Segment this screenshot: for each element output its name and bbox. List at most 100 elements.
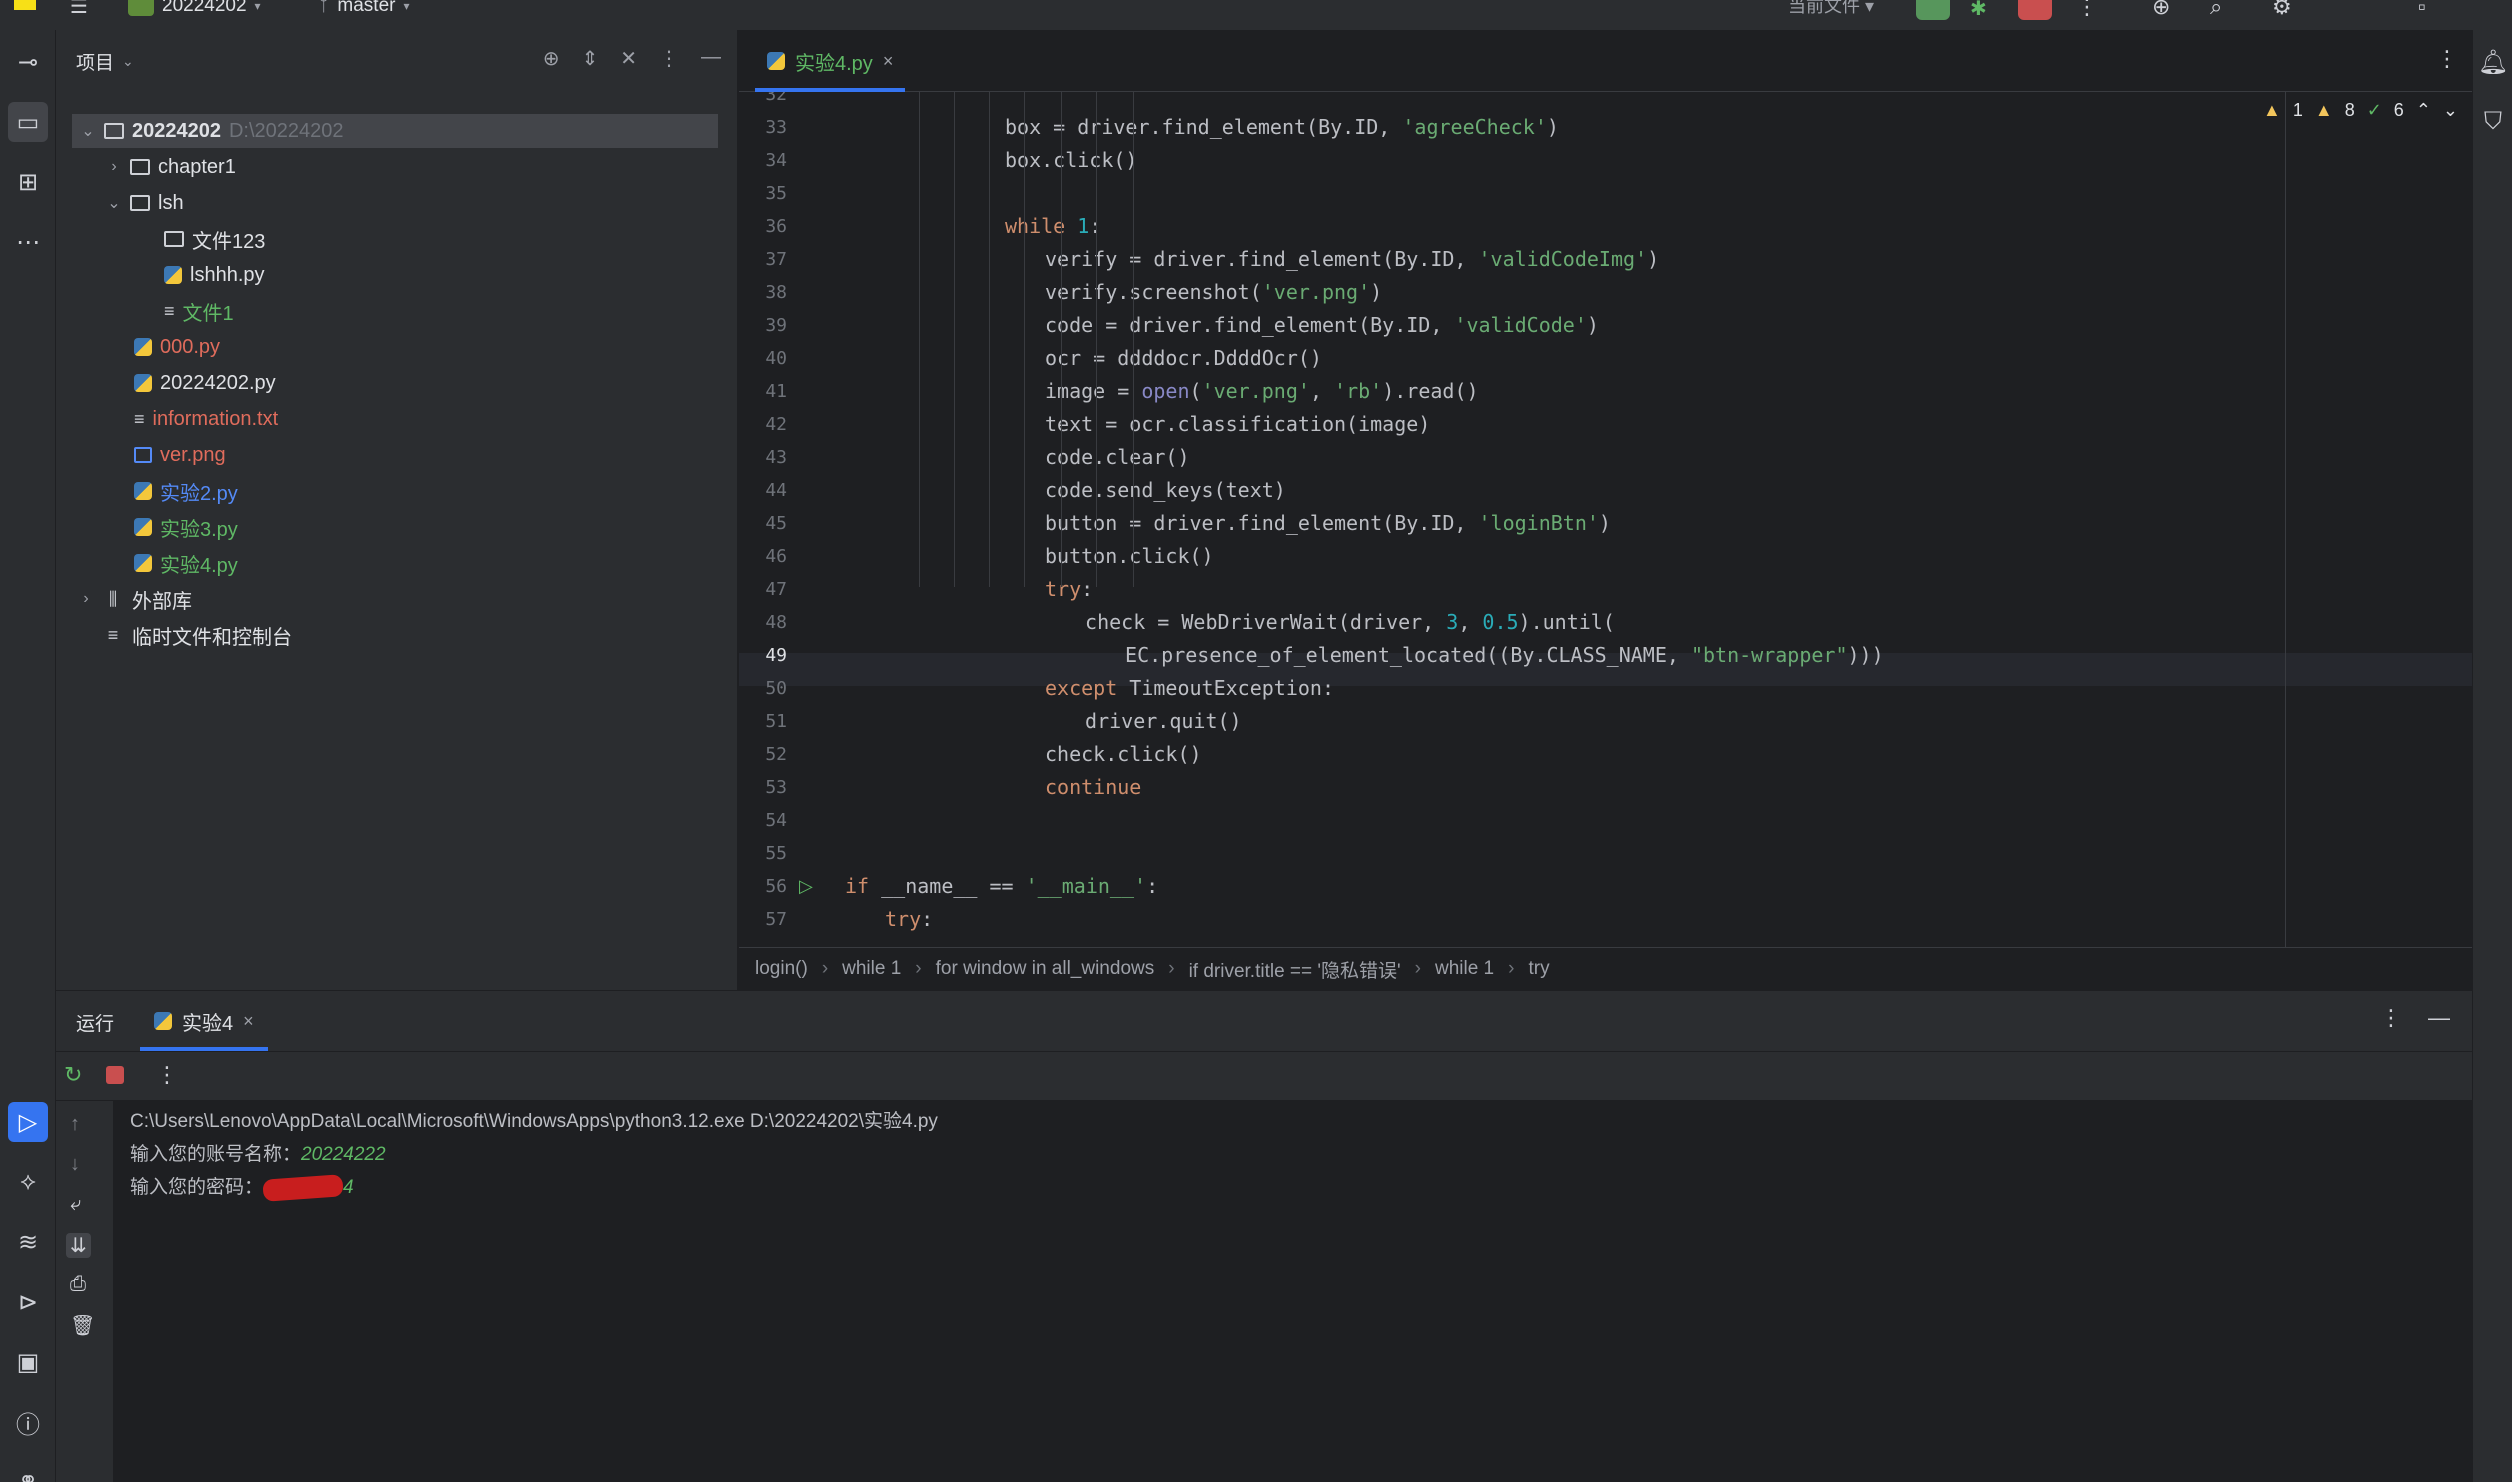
locate-icon[interactable]: ⊕ <box>543 46 560 71</box>
check-icon: ✓ <box>2366 100 2382 120</box>
services-icon[interactable]: ⊳ <box>8 1282 48 1322</box>
console-output[interactable]: C:\Users\Lenovo\AppData\Local\Microsoft\… <box>114 1101 2472 1482</box>
run-button[interactable] <box>1916 0 1950 20</box>
git-icon[interactable]: ⚭ <box>8 1460 48 1482</box>
tree-item-lsh[interactable]: ⌄ lsh <box>106 186 183 220</box>
expand-all-icon[interactable]: ⇕ <box>581 46 598 71</box>
commit-icon[interactable]: ⊸ <box>8 42 48 82</box>
rerun-icon[interactable]: ↻ <box>64 1062 82 1088</box>
tree-item-label: chapter1 <box>158 155 236 178</box>
tree-item-file1[interactable]: ≡ 文件1 <box>164 294 234 328</box>
code-line: ocr = ddddocr.DdddOcr() <box>1045 346 1322 370</box>
code-editor[interactable]: ▲ 1 ▲ 8 ✓ 6 ⌃ ⌄ 32 33 34 35 36 37 38 39 40 41 42 43… <box>739 92 2472 947</box>
chevron-down-icon[interactable]: ⌄ <box>80 121 96 141</box>
settings-icon[interactable]: ⚙ <box>2272 0 2292 20</box>
main-menu-icon[interactable]: ☰ <box>70 0 96 17</box>
problems-icon[interactable]: ⓘ <box>8 1402 48 1442</box>
more-tools-icon[interactable]: ⋯ <box>8 222 48 262</box>
maximize-icon[interactable]: ▫ <box>2418 0 2426 20</box>
add-user-icon[interactable]: ⊕ <box>2152 0 2170 20</box>
code-line: text = ocr.classification(image) <box>1045 412 1431 436</box>
tree-item-verpng[interactable]: ver.png <box>134 438 226 472</box>
tree-item-root[interactable]: ⌄ 20224202 D:\20224202 <box>72 114 718 148</box>
python-console-icon[interactable]: ⟡ <box>8 1162 48 1202</box>
tree-item-000py[interactable]: 000.py <box>134 330 220 364</box>
search-icon[interactable]: ⌕ <box>2210 0 2222 20</box>
stop-button[interactable] <box>2018 0 2052 20</box>
run-config-selector[interactable]: 当前文件 ▾ <box>1788 0 1874 18</box>
soft-wrap-icon[interactable]: ⤶ <box>70 1193 81 1216</box>
breadcrumb-item[interactable]: if driver.title == '隐私错误' <box>1189 956 1401 983</box>
tab-exp4[interactable]: 实验4.py × <box>755 30 906 92</box>
notifications-icon[interactable]: 🔔︎ <box>2473 42 2512 82</box>
close-icon[interactable]: × <box>883 51 894 72</box>
options-icon[interactable]: ⋮ <box>659 46 679 71</box>
hide-icon[interactable]: — <box>701 46 721 71</box>
python-file-icon <box>154 1012 172 1030</box>
project-switcher[interactable]: 20224202 ▾ <box>128 0 261 18</box>
tab-options-icon[interactable]: ⋮ <box>2436 46 2458 72</box>
breadcrumb-item[interactable]: for window in all_windows <box>936 958 1155 980</box>
code-line: image = open('ver.png', 'rb').read() <box>1045 379 1479 403</box>
tree-item-exp4[interactable]: 实验4.py <box>134 546 238 580</box>
chevron-down-icon: ▾ <box>254 0 261 13</box>
tree-item-information[interactable]: ≡ information.txt <box>134 402 278 436</box>
app-logo <box>14 0 36 10</box>
branch-switcher[interactable]: ᛘ master ▾ <box>318 0 410 18</box>
project-panel-header[interactable]: 项目 ⌄ <box>76 48 134 75</box>
tab-run-exp4[interactable]: 实验4 × <box>140 991 268 1051</box>
tree-item-label: 实验3.py <box>160 518 238 541</box>
arrow-up-icon[interactable]: ↑ <box>70 1113 80 1136</box>
breadcrumb-item[interactable]: try <box>1528 958 1549 980</box>
debug-icon[interactable]: ✱ <box>1970 0 1987 21</box>
line-number: 37 <box>765 249 787 270</box>
tree-item-folder123[interactable]: 文件123 <box>164 222 265 256</box>
stop-icon[interactable] <box>106 1066 124 1084</box>
scroll-to-end-icon[interactable]: ⇊ <box>66 1233 91 1258</box>
print-icon[interactable]: ⎙ <box>70 1273 86 1296</box>
tree-item-chapter1[interactable]: › chapter1 <box>106 150 236 184</box>
close-icon[interactable]: × <box>243 1011 254 1032</box>
collapse-all-icon[interactable]: ✕ <box>620 46 637 71</box>
breadcrumb-item[interactable]: while 1 <box>1435 958 1494 980</box>
more-actions-icon[interactable]: ⋮ <box>2076 0 2098 20</box>
run-tool-icon[interactable]: ▷ <box>8 1102 48 1142</box>
chevron-right-icon[interactable]: › <box>106 158 122 176</box>
structure-icon[interactable]: ⊞ <box>8 162 48 202</box>
shield-icon[interactable]: ⛉ <box>2473 102 2512 142</box>
hide-icon[interactable]: — <box>2428 1005 2450 1031</box>
inspection-widget[interactable]: ▲ 1 ▲ 8 ✓ 6 ⌃ ⌄ <box>2263 100 2458 121</box>
line-number: 34 <box>765 150 787 171</box>
line-number: 53 <box>765 777 787 798</box>
tree-item-label: 外部库 <box>132 590 192 613</box>
terminal-icon[interactable]: ▣ <box>8 1342 48 1382</box>
options-icon[interactable]: ⋮ <box>2380 1005 2402 1031</box>
tree-item-external-libs[interactable]: › ⫼ 外部库 <box>78 582 192 616</box>
project-folder-icon[interactable]: ▭ <box>8 102 48 142</box>
tree-item-exp3[interactable]: 实验3.py <box>134 510 238 544</box>
chevron-up-icon[interactable]: ⌃ <box>2416 100 2431 121</box>
run-panel-title: 运行 <box>76 1014 115 1035</box>
trash-icon[interactable]: 🗑︎ <box>70 1313 95 1338</box>
code-line: try: <box>885 907 934 931</box>
tree-item-scratches[interactable]: ≡ 临时文件和控制台 <box>102 618 292 652</box>
tree-item-exp2[interactable]: 实验2.py <box>134 474 238 508</box>
line-number: 38 <box>765 282 787 303</box>
chevron-right-icon[interactable]: › <box>78 590 94 608</box>
breadcrumb-item[interactable]: login() <box>755 958 808 980</box>
tree-item-label: 文件123 <box>192 230 266 253</box>
breadcrumb-item[interactable]: while 1 <box>842 958 901 980</box>
chevron-down-icon[interactable]: ⌄ <box>2443 100 2458 121</box>
tree-item-label: 20224202 <box>132 119 221 142</box>
layers-icon[interactable]: ≋ <box>8 1222 48 1262</box>
run-panel: 运行 实验4 × ⋮ — ↻ ⋮ ↑ ↓ ⤶ ⇊ ⎙ 🗑︎ C:\Users\L… <box>56 990 2472 1482</box>
more-actions-icon[interactable]: ⋮ <box>156 1062 178 1088</box>
tree-item-20224202py[interactable]: 20224202.py <box>134 366 276 400</box>
chevron-down-icon[interactable]: ⌄ <box>106 193 122 213</box>
chevron-right-icon: › <box>1414 958 1421 979</box>
editor-tabs: 实验4.py × ⋮ <box>739 30 2472 92</box>
run-gutter-icon[interactable]: ▷ <box>799 876 813 897</box>
indent-guide <box>1024 92 1025 587</box>
tree-item-lshhh[interactable]: lshhh.py <box>164 258 265 292</box>
arrow-down-icon[interactable]: ↓ <box>70 1153 80 1176</box>
